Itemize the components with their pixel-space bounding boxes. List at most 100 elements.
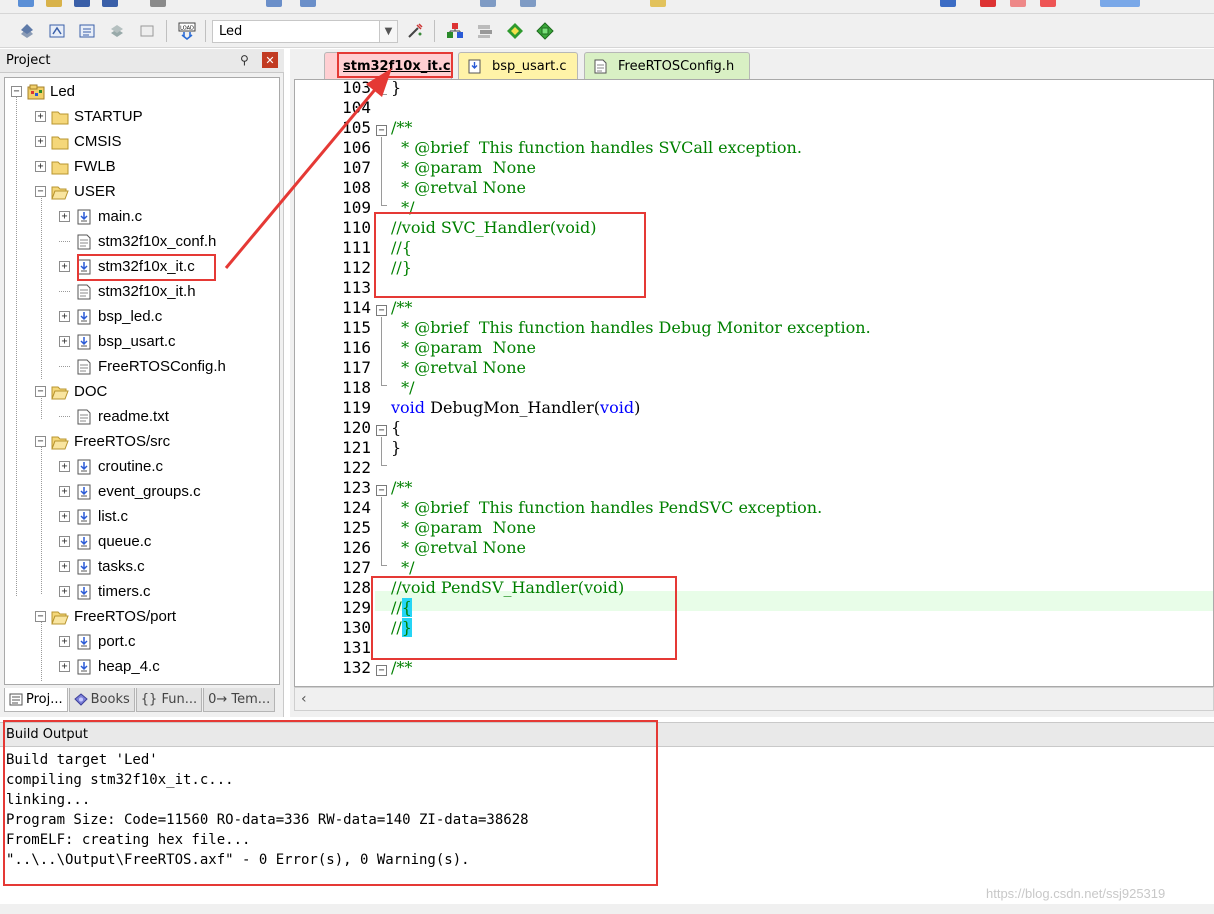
expand-icon[interactable]: +: [59, 261, 70, 272]
tree-item-file[interactable]: + list.c: [59, 504, 128, 529]
manage-project-items-icon[interactable]: [444, 21, 466, 41]
tree-item-file[interactable]: + event_groups.c: [59, 479, 201, 504]
breakpoint-kill-icon[interactable]: [1040, 0, 1056, 7]
tree-item-folder[interactable]: + FWLB: [35, 154, 116, 179]
svg-text:LOAD: LOAD: [180, 26, 194, 32]
tree-item-file[interactable]: readme.txt: [59, 404, 169, 429]
cut-icon[interactable]: [150, 0, 166, 7]
close-icon[interactable]: ✕: [262, 52, 278, 68]
code-line: {: [391, 418, 402, 437]
tree-item-file[interactable]: stm32f10x_it.h: [59, 279, 196, 304]
stop-build-icon[interactable]: [136, 21, 158, 41]
undo-icon[interactable]: [266, 0, 282, 7]
expand-icon[interactable]: +: [59, 211, 70, 222]
save-icon[interactable]: [74, 0, 90, 7]
tree-item-folder[interactable]: − FreeRTOS/port: [35, 604, 176, 629]
translate-icon[interactable]: [16, 21, 38, 41]
tab-bsp-usart-c[interactable]: bsp_usart.c: [458, 52, 578, 79]
collapse-icon[interactable]: −: [35, 611, 46, 622]
pack-installer-icon[interactable]: [534, 21, 556, 41]
fold-icon[interactable]: −: [376, 485, 387, 496]
tree-item-file[interactable]: stm32f10x_conf.h: [59, 229, 216, 254]
target-options-icon[interactable]: [404, 21, 426, 41]
tab-label: 0→ Tem...: [208, 692, 271, 707]
tree-connector: [59, 366, 70, 367]
tree-item-folder[interactable]: + CMSIS: [35, 129, 122, 154]
save-all-icon[interactable]: [102, 0, 118, 7]
fold-icon[interactable]: −: [376, 125, 387, 136]
find-icon[interactable]: [650, 0, 666, 7]
tree-item-folder[interactable]: + STARTUP: [35, 104, 143, 129]
line-number: 111: [342, 238, 371, 257]
manage-rte-icon[interactable]: [504, 21, 526, 41]
expand-icon[interactable]: +: [59, 511, 70, 522]
collapse-icon[interactable]: −: [11, 86, 22, 97]
fold-icon[interactable]: −: [376, 425, 387, 436]
batch-build-icon[interactable]: [106, 21, 128, 41]
breakpoint-disable-icon[interactable]: [1010, 0, 1026, 7]
tab-functions[interactable]: {} Fun...: [135, 688, 203, 712]
select-packs-icon[interactable]: [474, 21, 496, 41]
bottom-scrollbar[interactable]: [0, 904, 1214, 914]
tree-item-file[interactable]: FreeRTOSConfig.h: [59, 354, 226, 379]
tree-item-root[interactable]: − Led: [11, 79, 75, 104]
code-line: }: [391, 79, 402, 97]
expand-icon[interactable]: +: [35, 111, 46, 122]
target-select[interactable]: Led ▼: [212, 20, 398, 43]
fold-icon[interactable]: −: [376, 665, 387, 676]
fold-icon[interactable]: −: [376, 305, 387, 316]
expand-icon[interactable]: +: [35, 136, 46, 147]
rebuild-icon[interactable]: [76, 21, 98, 41]
new-file-icon[interactable]: [18, 0, 34, 7]
window-icon[interactable]: [1100, 0, 1140, 7]
tree-item-file[interactable]: + croutine.c: [59, 454, 163, 479]
collapse-icon[interactable]: −: [35, 186, 46, 197]
tree-item-file[interactable]: + heap_4.c: [59, 654, 160, 679]
expand-icon[interactable]: +: [59, 661, 70, 672]
tab-project[interactable]: Proj...: [4, 688, 68, 712]
breakpoint-icon[interactable]: [980, 0, 996, 7]
build-icon[interactable]: [46, 21, 68, 41]
tree-item-folder[interactable]: − DOC: [35, 379, 107, 404]
code-line: /**: [391, 478, 413, 497]
download-icon[interactable]: LOAD: [176, 21, 198, 41]
expand-icon[interactable]: +: [59, 336, 70, 347]
bookmark-icon[interactable]: [480, 0, 496, 7]
project-panel-header: Project ⚲ ✕: [0, 49, 284, 73]
chevron-down-icon[interactable]: ▼: [379, 21, 397, 42]
tree-item-file[interactable]: + tasks.c: [59, 554, 145, 579]
fold-guide: [381, 94, 387, 95]
scroll-left-icon[interactable]: ‹: [301, 691, 307, 707]
tree-item-file[interactable]: + port.c: [59, 629, 136, 654]
expand-icon[interactable]: +: [59, 586, 70, 597]
expand-icon[interactable]: +: [59, 461, 70, 472]
tree-item-file[interactable]: + main.c: [59, 204, 142, 229]
tab-books[interactable]: Books: [68, 688, 135, 712]
expand-icon[interactable]: +: [59, 561, 70, 572]
tab-templates[interactable]: 0→ Tem...: [203, 688, 276, 712]
tree-item-folder[interactable]: − FreeRTOS/src: [35, 429, 170, 454]
line-number: 124: [342, 498, 371, 517]
redo-icon[interactable]: [300, 0, 316, 7]
collapse-icon[interactable]: −: [35, 386, 46, 397]
expand-icon[interactable]: +: [59, 486, 70, 497]
expand-icon[interactable]: +: [59, 311, 70, 322]
debug-icon[interactable]: [940, 0, 956, 7]
tree-item-file[interactable]: + timers.c: [59, 579, 151, 604]
expand-icon[interactable]: +: [59, 536, 70, 547]
open-file-icon[interactable]: [46, 0, 62, 7]
collapse-icon[interactable]: −: [35, 436, 46, 447]
tree-item-label: tasks.c: [98, 558, 145, 575]
indent-icon[interactable]: [520, 0, 536, 7]
tree-item-folder[interactable]: − USER: [35, 179, 116, 204]
expand-icon[interactable]: +: [35, 161, 46, 172]
tab-freertosconfig-h[interactable]: FreeRTOSConfig.h: [584, 52, 750, 79]
tree-item-file[interactable]: + queue.c: [59, 529, 151, 554]
tree-item-file[interactable]: + bsp_led.c: [59, 304, 162, 329]
pin-icon[interactable]: ⚲: [240, 53, 254, 67]
line-number: 110: [342, 218, 371, 237]
horizontal-scrollbar[interactable]: ‹: [294, 687, 1214, 711]
line-number: 130: [342, 618, 371, 637]
expand-icon[interactable]: +: [59, 636, 70, 647]
tree-item-file[interactable]: + bsp_usart.c: [59, 329, 176, 354]
